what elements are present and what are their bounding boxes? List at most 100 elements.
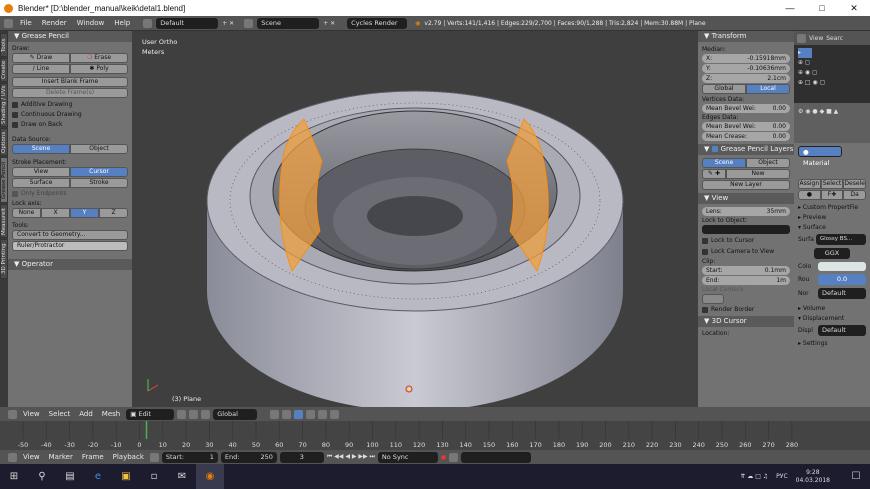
material-fake-user-button[interactable]: F✚	[820, 190, 844, 200]
tab-create[interactable]: Create	[0, 58, 8, 82]
gp-pencil-icon[interactable]: ✎ ✚	[702, 169, 726, 179]
continuous-drawing-checkbox[interactable]: Continuous Drawing	[8, 111, 132, 118]
sync-select[interactable]: No Sync	[377, 451, 438, 463]
local-camera-field[interactable]	[702, 294, 724, 304]
menu-render[interactable]: Render	[39, 19, 70, 27]
menu-file[interactable]: File	[17, 19, 35, 27]
tab-measureit[interactable]: Measureit	[0, 204, 8, 238]
deselect-button[interactable]: Desele	[843, 179, 867, 189]
lock-camera-checkbox[interactable]: Lock Camera to View	[698, 248, 794, 255]
mail-icon[interactable]: ✉	[168, 464, 196, 489]
keying-set-field[interactable]	[461, 451, 532, 463]
placement-view-button[interactable]: View	[12, 167, 70, 177]
layout-select[interactable]: Default	[156, 17, 219, 29]
blender-taskbar-icon[interactable]: ◉	[196, 464, 224, 489]
displacement-header[interactable]: ▾ Displacement	[794, 315, 870, 322]
edge-select-icon[interactable]	[282, 409, 292, 419]
median-x-field[interactable]: X: -0.15918mm	[702, 54, 790, 63]
mesh-render[interactable]	[132, 31, 698, 407]
render-engine-select[interactable]: Cycles Render	[347, 17, 408, 29]
color-swatch[interactable]	[818, 262, 866, 271]
custom-properties-header[interactable]: ▸ Custom PropertFie	[794, 204, 870, 211]
placement-stroke-button[interactable]: Stroke	[70, 178, 128, 188]
outliner-row[interactable]: ⊕ ◻	[798, 58, 866, 68]
lock-to-cursor-checkbox[interactable]: Lock to Cursor	[698, 237, 794, 244]
tab-grease-pencil[interactable]: Grease Pencil	[0, 157, 8, 203]
current-frame-field[interactable]: 3	[279, 451, 324, 463]
roughness-field[interactable]: 0.0	[818, 274, 866, 285]
mean-bevel-vert-field[interactable]: Mean Bevel Wei: 0.00	[702, 104, 790, 113]
keying-set-icon[interactable]	[449, 452, 459, 462]
outliner-scene-row[interactable]: ▸	[798, 48, 812, 58]
edge-browser-icon[interactable]: e	[84, 464, 112, 489]
render-icon[interactable]	[330, 409, 340, 419]
3d-cursor-panel-header[interactable]: ▼ 3D Cursor	[698, 316, 794, 327]
only-endpoints-checkbox[interactable]: Only Endpoints	[8, 190, 132, 197]
convert-to-geometry-button[interactable]: Convert to Geometry...	[12, 230, 128, 240]
settings-header[interactable]: ▸ Settings	[794, 340, 870, 347]
menu-view[interactable]: View	[20, 410, 43, 418]
tab-shading-uvs[interactable]: Shading / UVs	[0, 83, 8, 127]
playback-controls[interactable]: ⏮ ◀◀ ◀ ▶ ▶▶ ⏭	[327, 453, 375, 461]
search-icon[interactable]: ⚲	[28, 464, 56, 489]
ruler-protractor-button[interactable]: Ruler/Protractor	[12, 241, 128, 251]
menu-window[interactable]: Window	[74, 19, 108, 27]
close-icon[interactable]: ✕	[838, 3, 870, 14]
language-indicator[interactable]: РУС	[776, 473, 787, 480]
outliner-search-field[interactable]: Searc	[826, 35, 843, 42]
poly-button[interactable]: ✱ Poly	[70, 64, 128, 74]
delete-frames-button[interactable]: Delete Frame(s)	[12, 88, 128, 98]
menu-marker[interactable]: Marker	[46, 453, 76, 461]
mean-bevel-edge-field[interactable]: Mean Bevel Wei: 0.00	[702, 122, 790, 131]
maximize-icon[interactable]: □	[806, 3, 838, 13]
volume-header[interactable]: ▸ Volume	[794, 305, 870, 312]
placement-surface-button[interactable]: Surface	[12, 178, 70, 188]
minimize-icon[interactable]: —	[774, 3, 806, 13]
tab-3d-printing[interactable]: 3D Printing	[0, 239, 8, 279]
displacement-field[interactable]: Default	[818, 325, 866, 336]
preview-range-icon[interactable]	[149, 452, 159, 462]
gp-new-button[interactable]: New	[726, 169, 790, 179]
record-icon[interactable]: ●	[441, 454, 446, 461]
notification-icon[interactable]: ☐	[842, 464, 870, 489]
menu-select[interactable]: Select	[46, 410, 74, 418]
lock-object-field[interactable]	[702, 225, 790, 234]
lens-field[interactable]: Lens: 35mm	[702, 207, 790, 216]
global-button[interactable]: Global	[702, 84, 746, 94]
data-source-object-button[interactable]: Object	[70, 144, 128, 154]
menu-add[interactable]: Add	[76, 410, 96, 418]
vertex-select-icon[interactable]	[270, 409, 280, 419]
viewport-shading-icon[interactable]	[177, 409, 187, 419]
distribution-select[interactable]: GGX	[814, 248, 850, 259]
start-frame-field[interactable]: Start: 1	[161, 451, 218, 463]
context-icons[interactable]: ⚙ ◉ ● ◆ ■ ▲	[798, 108, 838, 115]
surface-shader-select[interactable]: Glossy BS...	[815, 234, 866, 245]
additive-drawing-checkbox[interactable]: Additive Drawing	[8, 101, 132, 108]
store-icon[interactable]: ▫	[140, 464, 168, 489]
insert-blank-frame-button[interactable]: Insert Blank Frame	[12, 77, 128, 87]
windows-start-icon[interactable]: ⊞	[0, 464, 28, 489]
median-y-field[interactable]: Y: -0.10636mm	[702, 64, 790, 73]
outliner-view-menu[interactable]: View	[809, 35, 823, 42]
timeline-ruler[interactable]: -50 -40 -30 -20 -10 0 10 20 30 40 50 60 70 80 90 100 110…	[0, 421, 870, 450]
menu-mesh[interactable]: Mesh	[99, 410, 123, 418]
menu-frame[interactable]: Frame	[79, 453, 107, 461]
snap-icon[interactable]	[318, 409, 328, 419]
material-slot[interactable]: ● Material	[798, 146, 842, 167]
end-frame-field[interactable]: End: 250	[220, 451, 277, 463]
clip-start-field[interactable]: Start: 0.1mm	[702, 266, 790, 275]
menu-playback[interactable]: Playback	[110, 453, 147, 461]
draw-on-back-checkbox[interactable]: Draw on Back	[8, 121, 132, 128]
clock[interactable]: 9:28 04.03.2018	[796, 469, 830, 485]
gp-layers-checkbox-icon[interactable]	[711, 146, 718, 152]
gp-layers-panel-header[interactable]: ▼ Grease Pencil Layers	[698, 144, 794, 155]
add-layout-icon[interactable]: + ✕	[222, 20, 234, 27]
view-panel-header[interactable]: ▼ View	[698, 193, 794, 204]
menu-tl-view[interactable]: View	[20, 453, 43, 461]
draw-button[interactable]: ✎ Draw	[12, 53, 70, 63]
tray-icons[interactable]: ⇈ ☁ □ ♫	[740, 473, 768, 480]
clip-end-field[interactable]: End: 1m	[702, 276, 790, 285]
outliner-row[interactable]: ⊕ □ ◉ ▢	[798, 78, 866, 88]
file-explorer-icon[interactable]: ▣	[112, 464, 140, 489]
timeline[interactable]: -50 -40 -30 -20 -10 0 10 20 30 40 50 60 70 80 90 100 110…	[0, 421, 870, 450]
